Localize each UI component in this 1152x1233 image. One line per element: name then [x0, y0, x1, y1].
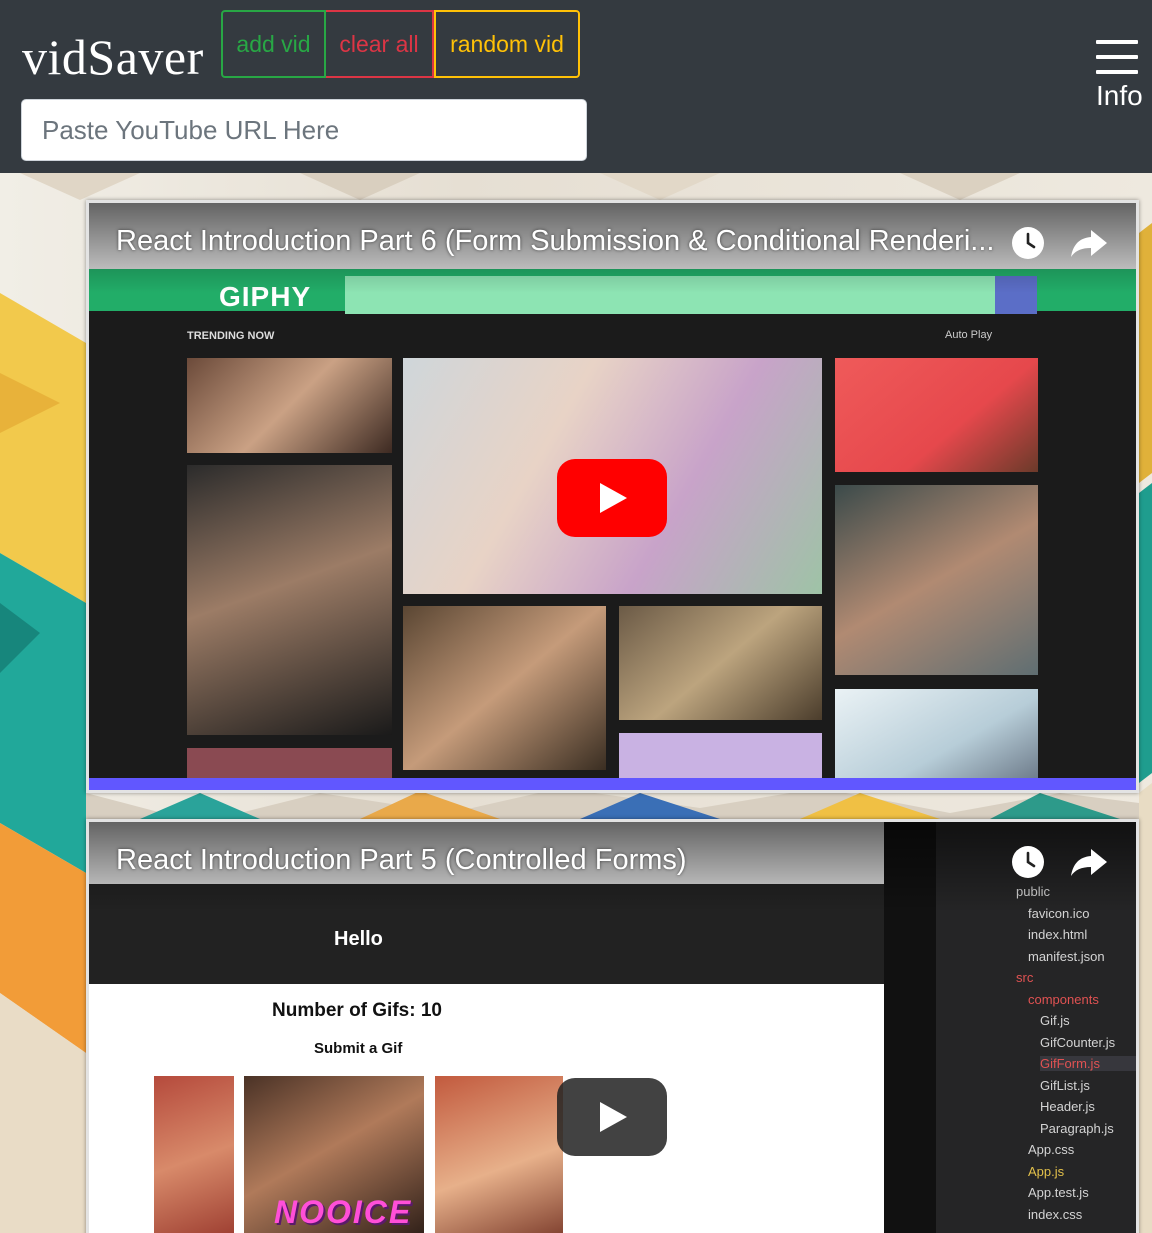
play-icon[interactable]: [557, 459, 667, 537]
video-card: GIPHY TRENDING NOW Auto Play React Intro…: [86, 200, 1139, 793]
video-player[interactable]: Hello Number of Gifs: 10 Submit a Gif NO…: [89, 822, 1136, 1233]
thumbnail-tile: [154, 1076, 234, 1233]
video-card: Hello Number of Gifs: 10 Submit a Gif NO…: [86, 819, 1139, 1233]
thumbnail-tile: [187, 358, 392, 453]
video-thumbnail-file: Gif.js: [1040, 1013, 1070, 1028]
thumbnail-tile: [835, 485, 1038, 675]
video-thumbnail-file: GifCounter.js: [1040, 1035, 1116, 1050]
thumbnail-tile: [835, 689, 1038, 780]
navbar: vidSaver add vid clear all random vid In…: [0, 0, 1152, 173]
action-button-group: add vid clear all random vid: [221, 10, 580, 78]
video-thumbnail-autoplay: Auto Play: [945, 329, 993, 341]
watch-later-icon[interactable]: [1010, 844, 1046, 880]
video-thumbnail-file: App.css: [1028, 1142, 1075, 1157]
video-title[interactable]: React Introduction Part 5 (Controlled Fo…: [116, 844, 687, 877]
info-menu-label[interactable]: Info: [1096, 80, 1143, 112]
video-thumbnail-file: components: [1028, 992, 1099, 1007]
play-icon[interactable]: [557, 1078, 667, 1156]
youtube-url-input[interactable]: [21, 99, 587, 161]
thumbnail-tile: [619, 733, 822, 780]
thumbnail-tile: [835, 358, 1038, 472]
video-player[interactable]: GIPHY TRENDING NOW Auto Play React Intro…: [89, 203, 1136, 790]
video-thumbnail-file: GifList.js: [1040, 1078, 1090, 1093]
video-title[interactable]: React Introduction Part 6 (Form Submissi…: [116, 225, 994, 258]
clear-all-button[interactable]: clear all: [326, 10, 434, 78]
video-thumbnail-file: App.js: [1028, 1164, 1065, 1179]
brand-title[interactable]: vidSaver: [22, 28, 204, 86]
video-thumbnail-file: src: [1016, 970, 1034, 985]
watch-later-icon[interactable]: [1010, 225, 1046, 261]
add-video-button[interactable]: add vid: [221, 10, 326, 78]
video-thumbnail-file: App.test.js: [1028, 1185, 1089, 1200]
video-thumbnail-gif-caption: NOOICE: [274, 1194, 413, 1230]
thumbnail-tile: [187, 465, 392, 735]
video-thumbnail-file: GifForm.js: [1040, 1056, 1136, 1071]
share-icon[interactable]: [1069, 845, 1109, 879]
thumbnail-tile: [435, 1076, 563, 1233]
random-video-button[interactable]: random vid: [434, 10, 580, 78]
video-thumbnail-hello: Hello: [334, 928, 383, 950]
video-thumbnail-gif-count: Number of Gifs: 10: [272, 1000, 442, 1021]
video-thumbnail-submit-label: Submit a Gif: [314, 1040, 403, 1057]
video-thumbnail-file: Paragraph.js: [1040, 1121, 1114, 1136]
thumbnail-tile: [403, 606, 606, 770]
video-thumbnail-file: Header.js: [1040, 1099, 1095, 1114]
thumbnail-tile: [187, 748, 392, 780]
video-thumbnail-file: index.html: [1028, 927, 1088, 942]
thumbnail-tile: [619, 606, 822, 720]
video-thumbnail-footer-bar: [89, 778, 1136, 790]
video-thumbnail-file: manifest.json: [1028, 949, 1105, 964]
video-thumbnail-file: index.css: [1028, 1207, 1083, 1222]
video-thumbnail-trending: TRENDING NOW: [187, 330, 275, 342]
share-icon[interactable]: [1069, 226, 1109, 260]
